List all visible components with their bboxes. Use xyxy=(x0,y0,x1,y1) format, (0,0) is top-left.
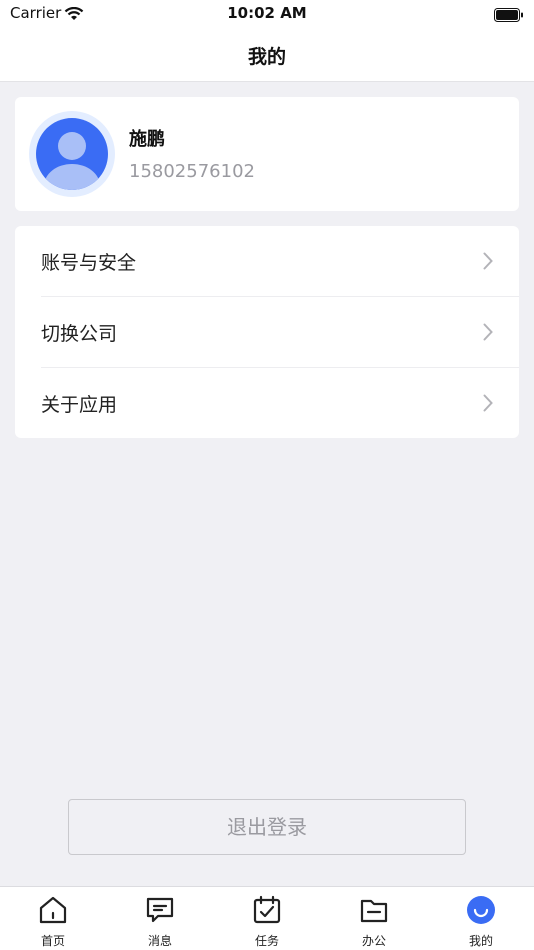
avatar-user-icon xyxy=(36,118,108,190)
menu-item-account-security[interactable]: 账号与安全 xyxy=(15,226,519,296)
chevron-right-icon xyxy=(483,252,493,274)
battery-icon xyxy=(494,7,524,26)
tab-label: 首页 xyxy=(40,934,65,948)
tab-tasks[interactable]: 任务 xyxy=(214,887,320,950)
profile-phone: 15802576102 xyxy=(129,161,255,182)
tab-messages[interactable]: 消息 xyxy=(107,887,213,950)
profile-card[interactable]: 施鹏 15802576102 xyxy=(15,97,519,211)
tab-office[interactable]: 办公 xyxy=(321,887,427,950)
menu-item-switch-company[interactable]: 切换公司 xyxy=(15,297,519,367)
tab-label: 办公 xyxy=(361,934,386,948)
message-icon xyxy=(146,897,174,923)
tab-bar: 首页 消息 任务 办公 我的 xyxy=(0,886,534,950)
settings-menu: 账号与安全 切换公司 关于应用 xyxy=(15,226,519,438)
chevron-right-icon xyxy=(483,323,493,345)
avatar[interactable] xyxy=(29,111,115,197)
tab-label: 消息 xyxy=(147,934,172,948)
menu-item-label: 切换公司 xyxy=(41,323,118,345)
profile-name: 施鹏 xyxy=(129,129,165,150)
chevron-right-icon xyxy=(483,394,493,416)
tab-profile[interactable]: 我的 xyxy=(428,887,534,950)
tab-home[interactable]: 首页 xyxy=(0,887,106,950)
menu-item-about-app[interactable]: 关于应用 xyxy=(15,368,519,438)
folder-icon xyxy=(360,899,388,923)
logout-button[interactable]: 退出登录 xyxy=(68,799,466,855)
tab-label: 我的 xyxy=(468,934,493,948)
profile-icon xyxy=(467,896,495,924)
status-bar: Carrier 10:02 AM xyxy=(0,0,534,28)
home-icon xyxy=(39,896,67,924)
navigation-bar: 我的 xyxy=(0,28,534,82)
menu-item-label: 账号与安全 xyxy=(41,252,137,274)
status-time: 10:02 AM xyxy=(227,4,307,22)
page-title: 我的 xyxy=(247,46,286,68)
menu-item-label: 关于应用 xyxy=(41,394,118,416)
tab-label: 任务 xyxy=(254,934,279,948)
calendar-check-icon xyxy=(253,895,281,924)
